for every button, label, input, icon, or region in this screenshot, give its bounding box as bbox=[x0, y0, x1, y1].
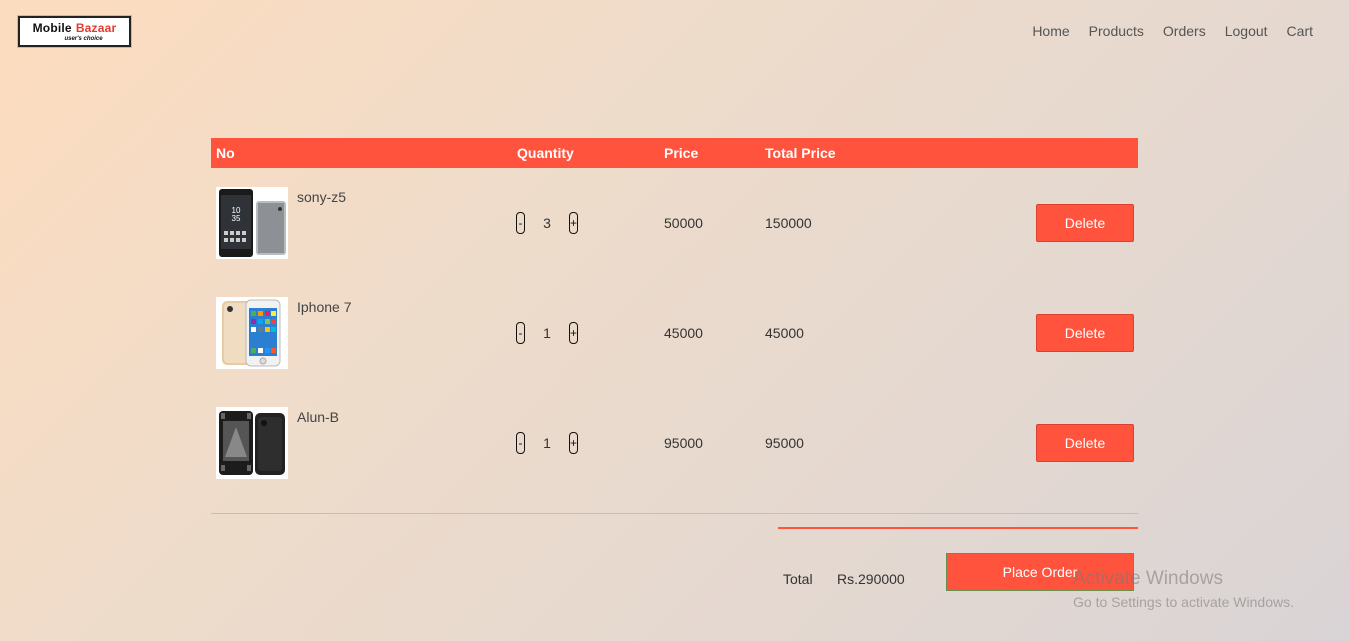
quantity-value: 1 bbox=[543, 325, 551, 341]
product-image-iphone-7 bbox=[216, 297, 288, 369]
product-image-sony-z5: 10 35 bbox=[216, 187, 288, 259]
total-label: Total bbox=[783, 571, 813, 587]
quantity-stepper: - 3 + bbox=[516, 212, 578, 234]
decrement-button[interactable]: - bbox=[516, 322, 525, 344]
cart-table-header: No Quantity Price Total Price bbox=[211, 138, 1138, 168]
quantity-value: 3 bbox=[543, 215, 551, 231]
header-no: No bbox=[216, 145, 235, 161]
svg-text:35: 35 bbox=[232, 214, 241, 223]
top-nav: Home Products Orders Logout Cart bbox=[1032, 23, 1313, 39]
delete-button[interactable]: Delete bbox=[1036, 314, 1134, 352]
windows-activation-watermark: Activate Windows Go to Settings to activ… bbox=[1073, 568, 1294, 610]
logo[interactable]: Mobile Bazaar user's choice bbox=[18, 16, 131, 47]
cart-row: 10 35 sony-z5 - 3 + 50000 150000 Delete bbox=[211, 187, 1138, 297]
logo-brand-mobile: Mobile bbox=[32, 21, 72, 35]
nav-home[interactable]: Home bbox=[1032, 23, 1069, 39]
header-price: Price bbox=[664, 145, 699, 161]
logo-title: Mobile Bazaar bbox=[20, 21, 129, 35]
decrement-button[interactable]: - bbox=[516, 212, 525, 234]
increment-button[interactable]: + bbox=[569, 322, 578, 344]
delete-button[interactable]: Delete bbox=[1036, 204, 1134, 242]
nav-cart[interactable]: Cart bbox=[1287, 23, 1313, 39]
nav-orders[interactable]: Orders bbox=[1163, 23, 1206, 39]
product-name: Alun-B bbox=[297, 409, 340, 425]
line-total: 95000 bbox=[765, 435, 804, 451]
quantity-stepper: - 1 + bbox=[516, 322, 578, 344]
total-value: Rs.290000 bbox=[837, 571, 905, 587]
unit-price: 95000 bbox=[664, 435, 703, 451]
cart-row: Alun-B - 1 + 95000 95000 Delete bbox=[211, 407, 1138, 517]
increment-button[interactable]: + bbox=[569, 432, 578, 454]
unit-price: 45000 bbox=[664, 325, 703, 341]
watermark-subtitle: Go to Settings to activate Windows. bbox=[1073, 594, 1294, 610]
product-name: Iphone 7 bbox=[297, 299, 352, 315]
unit-price: 50000 bbox=[664, 215, 703, 231]
logo-brand-bazaar: Bazaar bbox=[75, 21, 117, 35]
delete-button[interactable]: Delete bbox=[1036, 424, 1134, 462]
header-total-price: Total Price bbox=[765, 145, 836, 161]
decrement-button[interactable]: - bbox=[516, 432, 525, 454]
table-divider bbox=[211, 513, 1138, 514]
header-quantity: Quantity bbox=[517, 145, 574, 161]
quantity-stepper: - 1 + bbox=[516, 432, 578, 454]
logo-tagline: user's choice bbox=[64, 36, 103, 42]
line-total: 45000 bbox=[765, 325, 804, 341]
nav-logout[interactable]: Logout bbox=[1225, 23, 1268, 39]
summary-divider bbox=[778, 527, 1138, 529]
product-image-alun-b bbox=[216, 407, 288, 479]
nav-products[interactable]: Products bbox=[1089, 23, 1144, 39]
increment-button[interactable]: + bbox=[569, 212, 578, 234]
line-total: 150000 bbox=[765, 215, 812, 231]
cart-row: Iphone 7 - 1 + 45000 45000 Delete bbox=[211, 297, 1138, 407]
product-name: sony-z5 bbox=[297, 189, 347, 205]
quantity-value: 1 bbox=[543, 435, 551, 451]
watermark-title: Activate Windows bbox=[1073, 568, 1223, 589]
